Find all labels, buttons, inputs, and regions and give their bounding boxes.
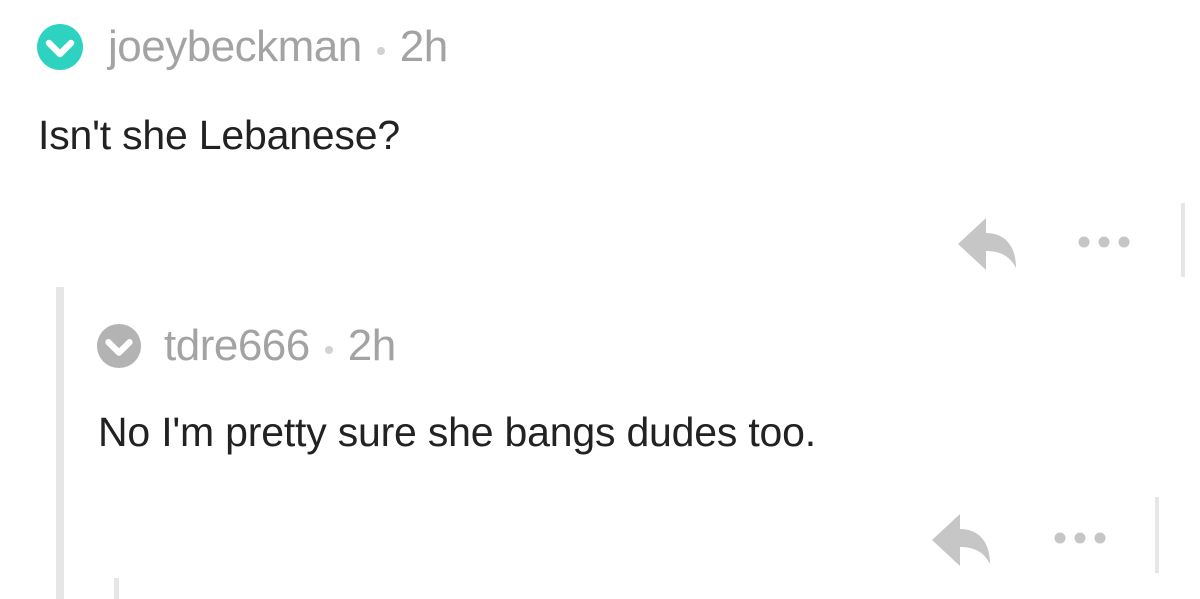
more-dots-icon[interactable] — [1074, 234, 1134, 250]
reply-timestamp: 2h — [347, 321, 396, 370]
reply-arrow-icon[interactable] — [958, 218, 1018, 270]
upvote-check-icon[interactable] — [36, 23, 84, 71]
thread-indent-line[interactable] — [56, 287, 64, 599]
comment-divider — [1155, 497, 1159, 573]
reply-arrow-icon[interactable] — [932, 514, 992, 566]
comment-username[interactable]: joeybeckman — [108, 22, 362, 72]
comment-body: Isn't she Lebanese? — [38, 112, 400, 158]
more-dots-icon[interactable] — [1050, 530, 1110, 546]
comment-divider — [1181, 203, 1185, 277]
comment-thread: joeybeckman 2h Isn't she Lebanese? tdre6… — [0, 0, 1200, 599]
comment-meta: joeybeckman 2h — [36, 22, 448, 72]
meta-separator-dot — [376, 47, 385, 55]
reply-username[interactable]: tdre666 — [164, 321, 310, 371]
nested-thread-line — [114, 578, 119, 599]
comment-timestamp: 2h — [399, 22, 448, 71]
upvote-check-icon[interactable] — [96, 323, 142, 369]
reply-meta: tdre666 2h — [96, 321, 396, 371]
meta-separator-dot — [324, 346, 333, 354]
reply-body: No I'm pretty sure she bangs dudes too. — [98, 409, 816, 455]
